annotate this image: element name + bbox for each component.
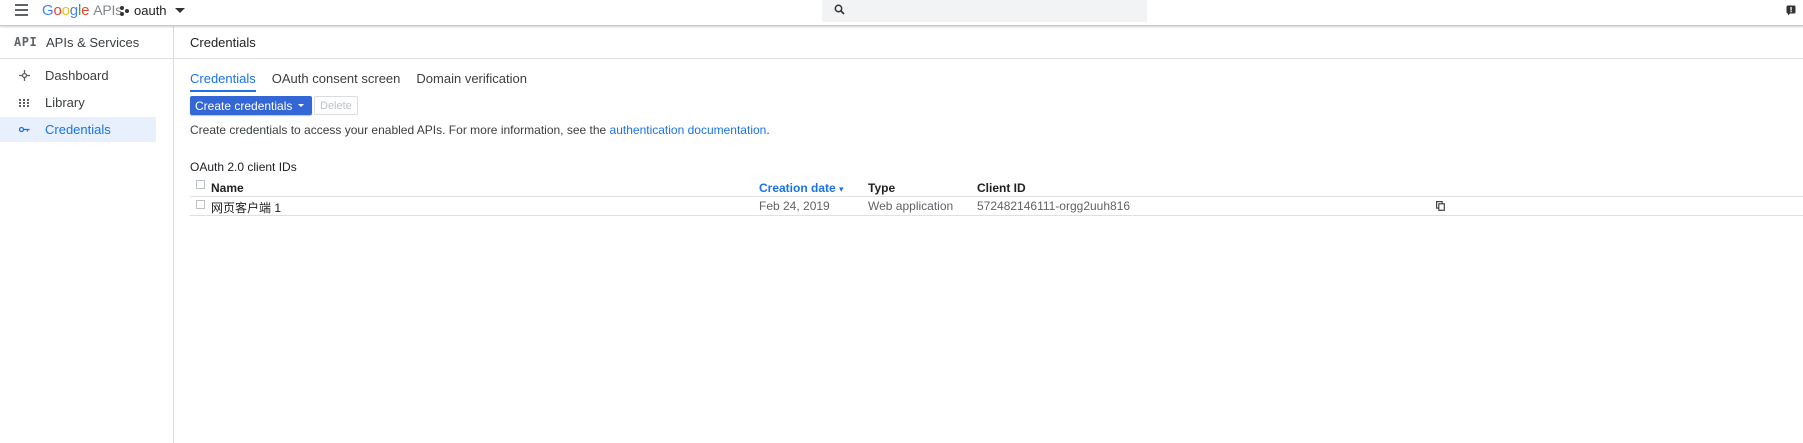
- hamburger-icon[interactable]: [15, 4, 31, 18]
- sidebar-item-dashboard[interactable]: Dashboard: [0, 63, 156, 88]
- create-credentials-label: Create credentials: [195, 98, 293, 113]
- sidebar-header: API APIs & Services: [0, 26, 173, 59]
- tab-oauth-consent-screen[interactable]: OAuth consent screen: [272, 71, 401, 92]
- info-message: Create credentials to access your enable…: [190, 123, 610, 137]
- delete-label: Delete: [320, 99, 352, 112]
- create-credentials-button[interactable]: Create credentials: [190, 96, 313, 115]
- table-header: Name Creation date ▾ Type Client ID: [190, 179, 1803, 197]
- sidebar-item-credentials[interactable]: Credentials: [0, 117, 156, 142]
- cell-name[interactable]: 网页客户端 1: [211, 199, 281, 216]
- sidebar-item-library[interactable]: Library: [0, 90, 156, 115]
- page-title: Credentials: [190, 34, 256, 50]
- creation-date-label: Creation date: [759, 181, 836, 195]
- sort-desc-icon: ▾: [839, 184, 844, 194]
- row-checkbox[interactable]: [196, 200, 205, 209]
- authentication-documentation-link[interactable]: authentication documentation: [610, 123, 767, 137]
- select-all-checkbox[interactable]: [196, 180, 205, 189]
- table-row[interactable]: 网页客户端 1 Feb 24, 2019 Web application 572…: [190, 196, 1803, 216]
- search-icon: [834, 4, 845, 15]
- section-title: OAuth 2.0 client IDs: [190, 160, 297, 174]
- key-icon: [17, 123, 31, 137]
- project-name: oauth: [134, 3, 167, 18]
- sidebar-item-label: Library: [45, 95, 85, 110]
- sidebar-item-label: Dashboard: [45, 68, 109, 83]
- cell-type: Web application: [868, 199, 954, 213]
- tab-domain-verification[interactable]: Domain verification: [416, 71, 527, 92]
- logo-suffix: APIs: [93, 2, 122, 18]
- page-header: Credentials: [174, 26, 1803, 59]
- sidebar: API APIs & Services Dashboard Library Cr…: [0, 26, 174, 443]
- project-icon: [120, 5, 130, 17]
- column-header-client-id[interactable]: Client ID: [977, 181, 1026, 195]
- tab-credentials[interactable]: Credentials: [190, 71, 256, 92]
- cell-creation-date: Feb 24, 2019: [759, 199, 830, 213]
- project-selector[interactable]: oauth: [120, 3, 185, 18]
- info-end: .: [766, 123, 770, 137]
- copy-icon[interactable]: [1436, 201, 1445, 211]
- chevron-down-icon: [174, 8, 185, 13]
- library-icon: [17, 96, 31, 110]
- google-apis-logo[interactable]: Google APIs: [42, 2, 122, 19]
- delete-button[interactable]: Delete: [314, 96, 358, 115]
- column-header-name[interactable]: Name: [211, 181, 244, 195]
- notifications-icon[interactable]: [1786, 5, 1796, 16]
- api-icon: API: [14, 35, 38, 49]
- info-text: Create credentials to access your enable…: [190, 123, 770, 137]
- dashboard-icon: [17, 69, 31, 83]
- top-bar: Google APIs oauth: [0, 0, 1803, 26]
- cell-client-id: 572482146111-orgg2uuh816: [977, 199, 1131, 213]
- sidebar-item-label: Credentials: [45, 122, 111, 137]
- column-header-creation-date[interactable]: Creation date ▾: [759, 181, 844, 195]
- search-bar[interactable]: [822, 0, 1147, 22]
- dropdown-caret-icon: [298, 104, 305, 107]
- column-header-type[interactable]: Type: [868, 181, 895, 195]
- tab-bar: Credentials OAuth consent screen Domain …: [190, 71, 543, 92]
- sidebar-title: APIs & Services: [46, 34, 140, 50]
